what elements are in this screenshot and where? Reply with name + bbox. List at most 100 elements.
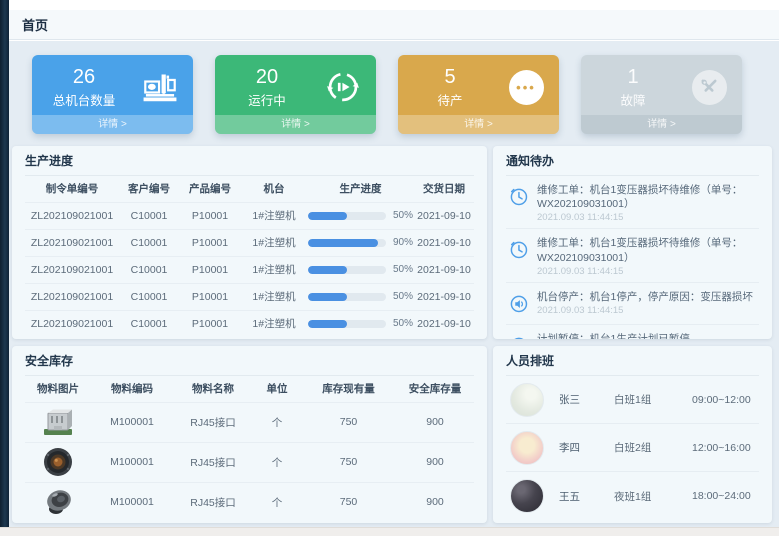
- running-detail-link[interactable]: 详情 >: [215, 115, 376, 134]
- card-body: 20 运行中: [215, 55, 376, 115]
- fault-label: 故障: [581, 90, 685, 109]
- cell-unit: 个: [253, 482, 301, 522]
- table-row: ZL202109021001 C10001 P10001 1#注塑机 50% 2…: [25, 256, 474, 283]
- collapsed-sidebar[interactable]: [0, 0, 9, 536]
- notification-time: 2021.09.03 11:44:15: [537, 212, 759, 223]
- speaker-icon: [508, 290, 529, 319]
- cell-order: ZL202109021001: [25, 283, 119, 310]
- col-order-no: 制令单编号: [25, 176, 119, 202]
- card-text: 1 故障: [581, 62, 685, 109]
- cell-code: M100001: [91, 482, 173, 522]
- cell-progress: 50%: [307, 283, 414, 310]
- staff-shift: 白班1组: [614, 392, 692, 407]
- list-item[interactable]: 王五 夜班1组 18:00~24:00: [506, 472, 759, 520]
- waiting-detail-link[interactable]: 详情 >: [398, 115, 559, 134]
- cell-machine: 1#注塑机: [241, 229, 307, 256]
- col-product-no: 产品编号: [179, 176, 241, 202]
- notification-text: 机台停产：机台1停产，停产原因：变压器损坏: [537, 290, 759, 304]
- speaker-icon: [508, 332, 529, 339]
- col-stock-qty: 库存现有量: [301, 376, 396, 402]
- cell-qty: 750: [301, 482, 396, 522]
- fault-detail-link[interactable]: 详情 >: [581, 115, 742, 134]
- tools-icon: [690, 68, 728, 106]
- col-safety-qty: 安全库存量: [396, 376, 474, 402]
- card-text: 5 待产: [398, 62, 502, 109]
- ellipsis-icon: •••: [507, 68, 545, 106]
- staff-name: 张三: [559, 392, 614, 407]
- fault-value: 1: [581, 66, 685, 88]
- stat-cards-row: 26 总机台数量 详情 >: [32, 55, 779, 134]
- table-row: ZL202109021001 C10001 P10001 1#注塑机 50% 2…: [25, 283, 474, 310]
- col-progress: 生产进度: [307, 176, 414, 202]
- notification-item[interactable]: 维修工单：机台1变压器损坏待维修（单号：WX202109031001） 2021…: [506, 176, 759, 229]
- notification-body: 计划暂停：机台1生产计划已暂停 2021.09.03 11:44:15: [537, 332, 759, 339]
- progress-label: 50%: [393, 264, 413, 275]
- col-material-name: 物料名称: [173, 376, 253, 402]
- col-unit: 单位: [253, 376, 301, 402]
- cell-qty: 750: [301, 402, 396, 442]
- progress-bar: [308, 212, 386, 220]
- cell-unit: 个: [253, 442, 301, 482]
- list-item[interactable]: 李四 白班2组 12:00~16:00: [506, 424, 759, 472]
- card-fault[interactable]: 1 故障 详情 >: [581, 55, 742, 134]
- table-row: ZL202109021001 C10001 P10001 1#注塑机 50% 2…: [25, 310, 474, 337]
- table-row: M100001 RJ45接口 个 750 900: [25, 402, 474, 442]
- staff-time: 12:00~16:00: [692, 442, 751, 454]
- notification-item[interactable]: 计划暂停：机台1生产计划已暂停 2021.09.03 11:44:15: [506, 325, 759, 339]
- card-body: 1 故障: [581, 55, 742, 115]
- cell-customer: C10001: [119, 310, 179, 337]
- running-value: 20: [215, 66, 319, 88]
- table-row: ZL202109021001 C10001 P10001 1#注塑机 90% 2…: [25, 229, 474, 256]
- staff-shift: 白班2组: [614, 440, 692, 455]
- cell-code: M100001: [91, 442, 173, 482]
- staff-name: 李四: [559, 440, 614, 455]
- card-waiting[interactable]: 5 待产 ••• 详情 >: [398, 55, 559, 134]
- total-machines-label: 总机台数量: [32, 90, 136, 109]
- cell-image: [25, 442, 91, 482]
- cell-progress: 90%: [307, 229, 414, 256]
- cell-order: ZL202109021001: [25, 229, 119, 256]
- list-item[interactable]: 张三 白班1组 09:00~12:00: [506, 376, 759, 424]
- tab-home[interactable]: 首页: [9, 15, 48, 34]
- staff-schedule-panel: 人员排班 张三 白班1组 09:00~12:00 李四 白班2组 12:00~1…: [493, 346, 772, 523]
- production-panel-title: 生产进度: [25, 146, 474, 176]
- card-total-machines[interactable]: 26 总机台数量 详情 >: [32, 55, 193, 134]
- notification-item[interactable]: 维修工单：机台1变压器损坏待维修（单号：WX202109031001） 2021…: [506, 229, 759, 282]
- stock-table-header: 物料图片 物料编码 物料名称 单位 库存现有量 安全库存量: [25, 376, 474, 402]
- avatar-wangwu: [510, 479, 544, 513]
- production-table-header: 制令单编号 客户编号 产品编号 机台 生产进度 交货日期: [25, 176, 474, 202]
- production-table: 制令单编号 客户编号 产品编号 机台 生产进度 交货日期 ZL202109021…: [25, 176, 474, 337]
- cell-progress: 50%: [307, 202, 414, 229]
- speaker-cone-image: [41, 487, 75, 517]
- cell-product: P10001: [179, 283, 241, 310]
- cell-customer: C10001: [119, 256, 179, 283]
- header-bar: 首页: [9, 10, 779, 40]
- notification-item[interactable]: 机台停产：机台1停产，停产原因：变压器损坏 2021.09.03 11:44:1…: [506, 283, 759, 325]
- cell-order: ZL202109021001: [25, 202, 119, 229]
- total-machines-detail-link[interactable]: 详情 >: [32, 115, 193, 134]
- speaker-front-image: [41, 447, 75, 477]
- cell-customer: C10001: [119, 229, 179, 256]
- notifications-panel-title: 通知待办: [506, 146, 759, 176]
- col-material-image: 物料图片: [25, 376, 91, 402]
- avatar-lisi: [510, 431, 544, 465]
- waiting-value: 5: [398, 66, 502, 88]
- total-machines-value: 26: [32, 66, 136, 88]
- cell-image: [25, 482, 91, 522]
- waiting-label: 待产: [398, 90, 502, 109]
- card-running[interactable]: 20 运行中 详情 >: [215, 55, 376, 134]
- cell-customer: C10001: [119, 202, 179, 229]
- table-row: ZL202109021001 C10001 P10001 1#注塑机 50% 2…: [25, 202, 474, 229]
- cell-date: 2021-09-10: [414, 310, 474, 337]
- card-body: 26 总机台数量: [32, 55, 193, 115]
- notification-text: 计划暂停：机台1生产计划已暂停: [537, 332, 759, 339]
- notification-body: 维修工单：机台1变压器损坏待维修（单号：WX202109031001） 2021…: [537, 236, 759, 276]
- progress-bar: [308, 266, 386, 274]
- machine-icon: [141, 68, 179, 106]
- cell-date: 2021-09-10: [414, 229, 474, 256]
- staff-time: 09:00~12:00: [692, 394, 751, 406]
- card-body: 5 待产 •••: [398, 55, 559, 115]
- cell-name: RJ45接口: [173, 482, 253, 522]
- notification-body: 机台停产：机台1停产，停产原因：变压器损坏 2021.09.03 11:44:1…: [537, 290, 759, 319]
- cell-name: RJ45接口: [173, 402, 253, 442]
